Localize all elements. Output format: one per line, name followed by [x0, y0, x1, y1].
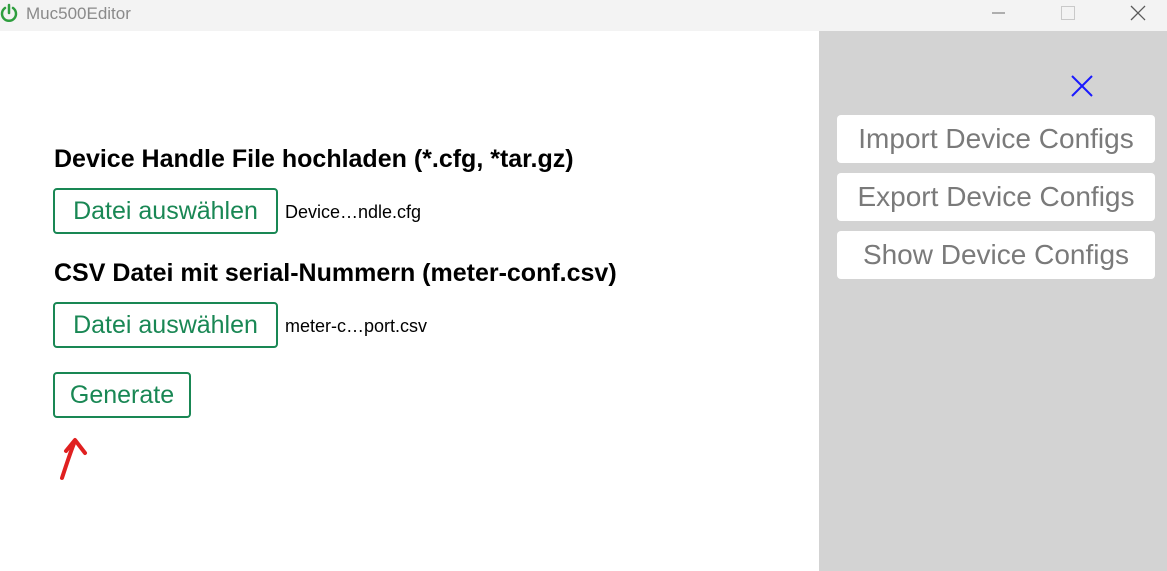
csv-file-name: meter-c…port.csv — [285, 316, 428, 336]
side-panel: Import Device Configs Export Device Conf… — [819, 31, 1167, 571]
export-device-configs-button[interactable]: Export Device Configs — [837, 173, 1155, 221]
handle-file-heading: Device Handle File hochladen (*.cfg, *ta… — [54, 145, 574, 173]
minimize-icon — [992, 12, 1005, 14]
show-device-configs-button[interactable]: Show Device Configs — [837, 231, 1155, 279]
app-window: Muc500Editor Device Handle File hochlade… — [0, 0, 1167, 571]
window-close-button[interactable] — [1115, 0, 1161, 28]
window-close-icon — [1130, 5, 1146, 21]
import-device-configs-button[interactable]: Import Device Configs — [837, 115, 1155, 163]
panel-close-icon[interactable] — [1069, 73, 1095, 99]
main-content: Device Handle File hochladen (*.cfg, *ta… — [0, 31, 819, 571]
window-title: Muc500Editor — [26, 4, 131, 23]
minimize-button[interactable] — [975, 0, 1021, 28]
title-bar: Muc500Editor — [0, 0, 1167, 31]
maximize-icon — [1061, 6, 1075, 20]
handle-file-name: Device…ndle.cfg — [285, 202, 422, 222]
annotation-arrow-icon — [54, 431, 94, 483]
handle-file-choose-button[interactable]: Datei auswählen — [53, 188, 278, 234]
generate-button[interactable]: Generate — [53, 372, 191, 418]
csv-file-choose-button[interactable]: Datei auswählen — [53, 302, 278, 348]
csv-file-heading: CSV Datei mit serial-Nummern (meter-conf… — [54, 259, 617, 287]
maximize-button[interactable] — [1045, 0, 1091, 28]
app-power-icon — [0, 3, 18, 23]
